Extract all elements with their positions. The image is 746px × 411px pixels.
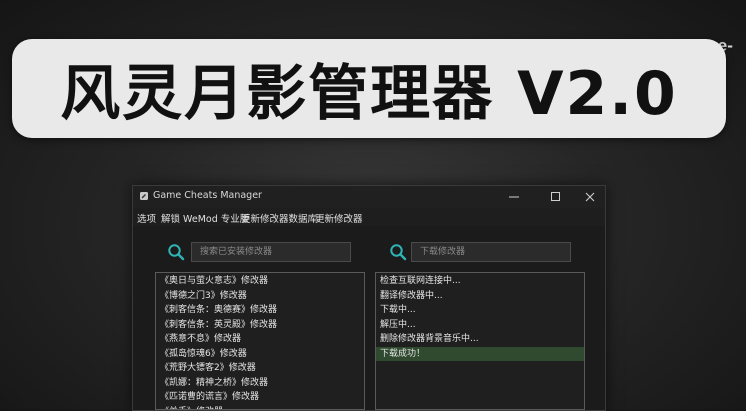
- installed-trainer-item[interactable]: 《博德之门3》修改器: [156, 289, 364, 304]
- installed-trainer-item[interactable]: 《刺客信条：奥德赛》修改器: [156, 303, 364, 318]
- download-search-icon: [390, 244, 407, 261]
- status-log-line: 删除修改器背景音乐中...: [380, 334, 479, 344]
- status-log-line: 下载成功！: [376, 346, 584, 361]
- status-log-line: 解压中...: [380, 319, 416, 330]
- installed-search-input[interactable]: [191, 242, 351, 262]
- menu-options[interactable]: 选项: [137, 211, 156, 225]
- maximize-icon: [551, 192, 560, 201]
- status-log-panel: 检查互联网连接中... 翻译修改器中... 下载中... 解压中... 删除修改器背景音…: [375, 272, 585, 410]
- menu-unlock-wemod-pro[interactable]: 解锁 WeMod 专业版: [161, 211, 249, 225]
- status-log-line: 检查互联网连接中...: [380, 276, 461, 286]
- wrench-icon: [140, 192, 148, 200]
- banner-title: 风灵月影管理器 V2.0: [60, 59, 678, 129]
- status-log-line: 下载中...: [380, 305, 416, 315]
- menu-update-database[interactable]: 更新修改器数据库: [241, 211, 317, 225]
- menu-update-trainers[interactable]: 更新修改器: [315, 211, 363, 225]
- title-banner: 风灵月影管理器 V2.0: [12, 39, 726, 138]
- status-log-line: 翻译修改器中...: [380, 290, 443, 301]
- app-window: Game Cheats Manager 选项 解锁 WeMod 专业版 更新修改…: [132, 185, 606, 411]
- installed-trainer-item[interactable]: 《荒野大镖客2》修改器: [156, 361, 364, 376]
- minimize-icon: [509, 196, 519, 198]
- installed-trainer-item[interactable]: 《羊手》修改器: [156, 405, 364, 410]
- minimize-button[interactable]: [499, 186, 529, 208]
- installed-trainer-item[interactable]: 《匹诺曹的谎言》修改器: [156, 390, 364, 405]
- search-icon: [168, 244, 185, 261]
- installed-trainer-item[interactable]: 《奥日与萤火意志》修改器: [156, 274, 364, 289]
- window-title: Game Cheats Manager: [153, 190, 262, 201]
- close-icon: [585, 192, 595, 202]
- installed-trainer-item[interactable]: 《燕意不息》修改器: [156, 332, 364, 347]
- download-search-input[interactable]: [411, 242, 571, 262]
- installed-trainer-item[interactable]: 《凯娜：精神之桥》修改器: [156, 376, 364, 391]
- installed-trainer-item[interactable]: 《刺客信条：英灵殿》修改器: [156, 318, 364, 333]
- title-bar: Game Cheats Manager: [133, 186, 605, 208]
- installed-trainer-item[interactable]: 《孤岛惊魂6》修改器: [156, 347, 364, 362]
- close-button[interactable]: [575, 186, 605, 208]
- menu-bar: 选项 解锁 WeMod 专业版 更新修改器数据库 更新修改器: [133, 208, 605, 226]
- maximize-button[interactable]: [541, 186, 571, 208]
- installed-trainers-list[interactable]: 《奥日与萤火意志》修改器 《博德之门3》修改器 《刺客信条：奥德赛》修改器 《刺客信条…: [155, 272, 365, 410]
